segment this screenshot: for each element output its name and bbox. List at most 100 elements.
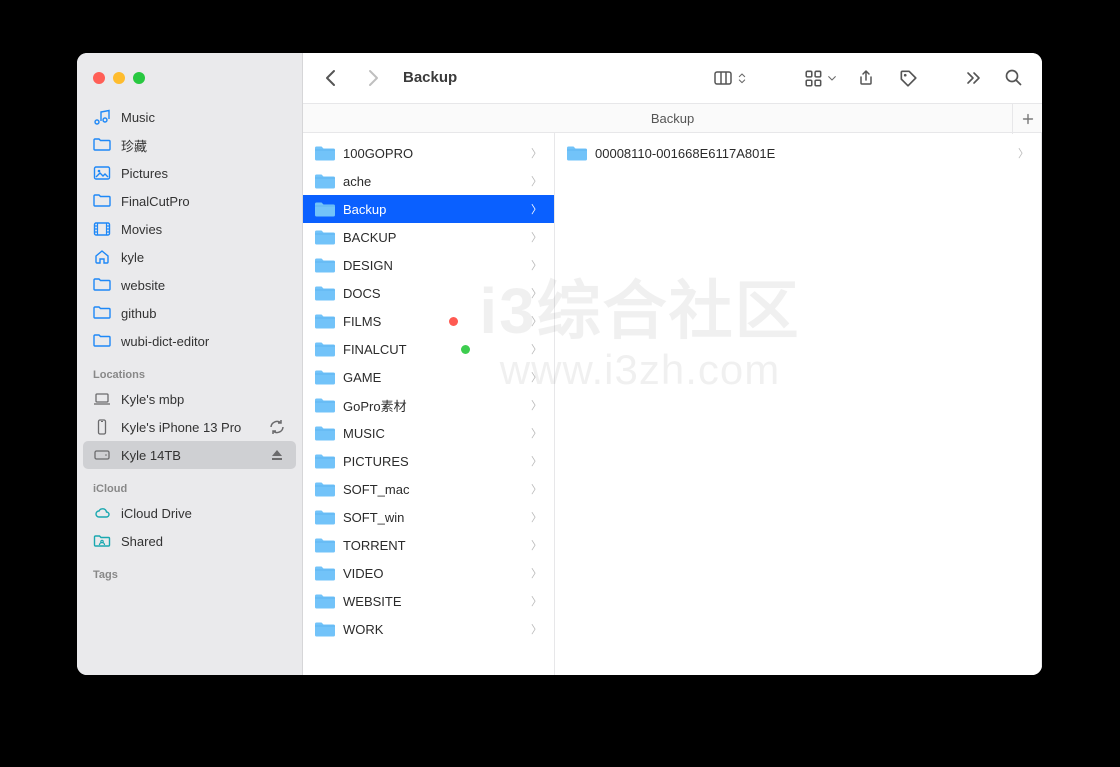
file-item[interactable]: TORRENT〉 (303, 531, 554, 559)
sidebar-scroll: Music 珍藏 Pictures FinalCutPro Movies kyle webs… (77, 103, 302, 675)
chevron-right-icon: 〉 (531, 201, 542, 217)
column-1[interactable]: 100GOPRO〉ache〉Backup〉BACKUP〉DESIGN〉DOCS〉… (303, 133, 555, 675)
file-name: FINALCUT (343, 342, 407, 357)
group-by-button[interactable] (804, 68, 838, 88)
file-item[interactable]: WEBSITE 〉 (303, 587, 554, 615)
column-view: 100GOPRO〉ache〉Backup〉BACKUP〉DESIGN〉DOCS〉… (303, 133, 1042, 675)
sidebar-item-github[interactable]: github (83, 299, 296, 327)
sidebar-item-finalcutpro[interactable]: FinalCutPro (83, 187, 296, 215)
more-button[interactable] (958, 64, 986, 92)
sidebar-item-label: 珍藏 (121, 136, 147, 155)
chevron-right-icon: 〉 (531, 621, 542, 637)
share-button[interactable] (852, 64, 880, 92)
tag-dot-green (461, 345, 470, 354)
sidebar-item-pictures[interactable]: Pictures (83, 159, 296, 187)
file-item[interactable]: WORK〉 (303, 615, 554, 643)
close-button[interactable] (93, 72, 105, 84)
search-button[interactable] (1000, 64, 1028, 92)
finder-window: Music 珍藏 Pictures FinalCutPro Movies kyle webs… (77, 53, 1042, 675)
disk-icon (93, 446, 111, 464)
sidebar-item-label: FinalCutPro (121, 194, 190, 209)
file-name: MUSIC (343, 426, 385, 441)
sidebar-item-icloud-drive[interactable]: iCloud Drive (83, 499, 296, 527)
chevron-right-icon: 〉 (531, 593, 542, 609)
sidebar-item-label: Movies (121, 222, 162, 237)
file-name: Backup (343, 202, 386, 217)
picture-icon (93, 164, 111, 182)
sidebar-item-movies[interactable]: Movies (83, 215, 296, 243)
file-name: 100GOPRO (343, 146, 413, 161)
file-item[interactable]: GoPro素材〉 (303, 391, 554, 419)
file-item[interactable]: ache〉 (303, 167, 554, 195)
chevron-right-icon: 〉 (531, 453, 542, 469)
column-2[interactable]: 00008110-001668E6117A801E〉 (555, 133, 1042, 675)
chevron-right-icon: 〉 (531, 341, 542, 357)
file-item[interactable]: GAME〉 (303, 363, 554, 391)
file-name: BACKUP (343, 230, 396, 245)
maximize-button[interactable] (133, 72, 145, 84)
file-item[interactable]: PICTURES 〉 (303, 447, 554, 475)
file-name: GoPro素材 (343, 396, 407, 415)
folder-icon (315, 565, 335, 581)
tab-label[interactable]: Backup (651, 111, 694, 126)
sync-icon[interactable] (268, 418, 286, 436)
sidebar-item-shared[interactable]: Shared (83, 527, 296, 555)
file-item[interactable]: FINALCUT 〉 (303, 335, 554, 363)
folder-icon (315, 537, 335, 553)
sidebar-item-music[interactable]: Music (83, 103, 296, 131)
new-tab-button[interactable] (1012, 104, 1042, 134)
back-button[interactable] (317, 64, 345, 92)
folder-icon (315, 313, 335, 329)
icloud-label: iCloud (77, 469, 302, 499)
file-item[interactable]: SOFT_mac〉 (303, 475, 554, 503)
sidebar-item-label: Music (121, 110, 155, 125)
eject-icon[interactable] (268, 446, 286, 464)
folder-icon (93, 304, 111, 322)
sidebar-item-label: Pictures (121, 166, 168, 181)
file-name: VIDEO (343, 566, 383, 581)
sidebar-item-website[interactable]: website (83, 271, 296, 299)
sidebar-item-kyle-14tb[interactable]: Kyle 14TB (83, 441, 296, 469)
file-item[interactable]: Backup 〉 (303, 195, 554, 223)
file-item[interactable]: 100GOPRO〉 (303, 139, 554, 167)
minimize-button[interactable] (113, 72, 125, 84)
window-title: Backup (403, 69, 457, 86)
movie-icon (93, 220, 111, 238)
view-columns-button[interactable] (712, 68, 748, 88)
file-name: FILMS (343, 314, 381, 329)
file-item[interactable]: FILMS 〉 (303, 307, 554, 335)
tag-button[interactable] (894, 64, 922, 92)
sidebar-item-kyle[interactable]: kyle (83, 243, 296, 271)
chevron-right-icon: 〉 (531, 425, 542, 441)
folder-icon (315, 397, 335, 413)
folder-icon (315, 173, 335, 189)
folder-icon (93, 332, 111, 350)
folder-icon (93, 136, 111, 154)
file-name: ache (343, 174, 371, 189)
file-item[interactable]: VIDEO〉 (303, 559, 554, 587)
file-item[interactable]: 00008110-001668E6117A801E〉 (555, 139, 1041, 167)
folder-icon (315, 509, 335, 525)
folder-icon (93, 192, 111, 210)
sidebar-item-kyle-s-iphone-13-pro[interactable]: Kyle's iPhone 13 Pro (83, 413, 296, 441)
sidebar-item-label: website (121, 278, 165, 293)
folder-icon (315, 229, 335, 245)
sidebar-item-wubi-dict-editor[interactable]: wubi-dict-editor (83, 327, 296, 355)
file-name: WEBSITE (343, 594, 402, 609)
chevron-right-icon: 〉 (531, 285, 542, 301)
file-item[interactable]: SOFT_win〉 (303, 503, 554, 531)
file-item[interactable]: MUSIC 〉 (303, 419, 554, 447)
sidebar-item-kyle-s-mbp[interactable]: Kyle's mbp (83, 385, 296, 413)
file-item[interactable]: BACKUP〉 (303, 223, 554, 251)
forward-button[interactable] (359, 64, 387, 92)
chevron-right-icon: 〉 (531, 369, 542, 385)
chevron-right-icon: 〉 (531, 257, 542, 273)
chevron-right-icon: 〉 (531, 509, 542, 525)
chevron-right-icon: 〉 (531, 537, 542, 553)
chevron-right-icon: 〉 (531, 313, 542, 329)
file-name: PICTURES (343, 454, 409, 469)
file-item[interactable]: DOCS〉 (303, 279, 554, 307)
folder-icon (93, 276, 111, 294)
file-item[interactable]: DESIGN〉 (303, 251, 554, 279)
sidebar-item--[interactable]: 珍藏 (83, 131, 296, 159)
